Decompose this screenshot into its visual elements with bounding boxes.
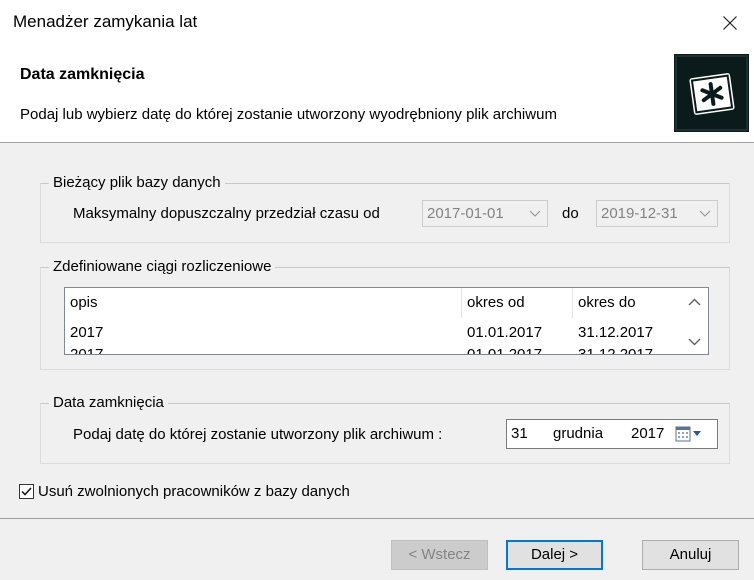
remove-employees-label[interactable]: Usuń zwolnionych pracowników z bazy dany… (38, 483, 350, 500)
list-header: opis okres od okres do (65, 288, 682, 318)
cell-okres-do-partial: 31.12.2017 (578, 346, 653, 354)
footer-divider (0, 518, 754, 519)
table-row-partial[interactable]: 2017 01.01.2017 31.12.2017 (65, 344, 682, 354)
cancel-button[interactable]: Anuluj (642, 540, 739, 570)
title-bar: Menadżer zamykania lat (0, 0, 754, 47)
current-db-legend: Bieżący plik bazy danych (49, 174, 225, 192)
close-button[interactable] (708, 0, 754, 47)
page-title: Data zamknięcia (20, 66, 145, 83)
column-header-label: okres do (578, 294, 636, 311)
cell-opis: 2017 (70, 324, 104, 341)
chevron-down-icon (529, 210, 541, 217)
date-to-combo[interactable]: 2019-12-31 (596, 200, 718, 227)
column-header-okres-od[interactable]: okres od (462, 288, 573, 318)
date-day[interactable]: 31 (511, 425, 528, 442)
column-header-opis[interactable]: opis (65, 288, 462, 318)
column-header-label: opis (70, 294, 98, 311)
close-date-picker[interactable]: 31 grudnia 2017 (506, 419, 718, 449)
remove-employees-checkbox[interactable] (19, 484, 34, 499)
scroll-down-icon[interactable] (681, 332, 708, 352)
wizard-header: Data zamknięcia Podaj lub wybierz datę d… (0, 47, 754, 143)
list-scrollbar[interactable] (681, 288, 708, 354)
to-label: do (562, 205, 579, 222)
column-header-label: okres od (467, 294, 525, 311)
window-title: Menadżer zamykania lat (13, 12, 198, 31)
table-row[interactable]: 2017 01.01.2017 31.12.2017 (65, 322, 682, 344)
cell-okres-do: 31.12.2017 (578, 324, 654, 341)
close-date-label: Podaj datę do której zostanie utworzony … (73, 426, 443, 443)
sequences-list[interactable]: opis okres od okres do 2017 01.01.2017 3… (64, 287, 709, 355)
cell-opis-partial: 2017 (70, 346, 103, 354)
page-subtitle: Podaj lub wybierz datę do której zostani… (20, 106, 557, 123)
sequences-legend: Zdefiniowane ciągi rozliczeniowe (49, 258, 276, 276)
date-year[interactable]: 2017 (631, 425, 664, 442)
scroll-up-icon[interactable] (681, 292, 708, 312)
date-from-combo[interactable]: 2017-01-01 (422, 200, 548, 227)
close-icon (723, 16, 737, 30)
checkmark-icon (21, 487, 32, 496)
cell-okres-od: 01.01.2017 (467, 324, 543, 341)
chevron-down-icon (699, 210, 711, 217)
date-from-value: 2017-01-01 (427, 205, 504, 222)
calendar-dropdown-icon[interactable] (675, 426, 705, 442)
next-button[interactable]: Dalej > (506, 540, 603, 570)
cell-okres-od-partial: 01.01.2017 (467, 346, 542, 354)
date-to-value: 2019-12-31 (601, 205, 678, 222)
date-month[interactable]: grudnia (553, 425, 603, 442)
range-label: Maksymalny dopuszczalny przedział czasu … (73, 205, 380, 222)
column-header-okres-do[interactable]: okres do (573, 288, 682, 318)
back-button[interactable]: < Wstecz (391, 540, 488, 570)
wizard-logo-icon (674, 54, 749, 132)
close-date-legend: Data zamknięcia (49, 394, 168, 412)
